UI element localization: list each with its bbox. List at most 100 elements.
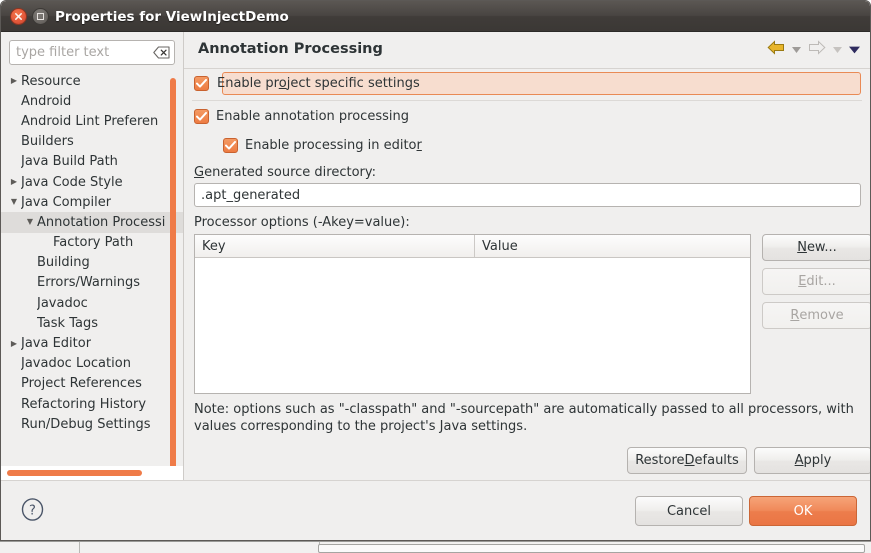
chevron-right-icon[interactable]: ▶: [7, 339, 21, 348]
filter-field-wrapper: [9, 40, 175, 65]
processor-options-table[interactable]: Key Value: [194, 234, 751, 394]
sidebar-item-android-lint-preferen[interactable]: Android Lint Preferen: [1, 111, 184, 131]
title-bar: Properties for ViewInjectDemo: [1, 1, 870, 32]
processor-options-label: Processor options (-Akey=value):: [194, 215, 410, 230]
settings-sidebar: ▶ResourceAndroidAndroid Lint PreferenBui…: [1, 32, 184, 480]
back-dropdown-chevron-down-icon[interactable]: [791, 44, 802, 55]
restore-defaults-button[interactable]: Restore Defaults: [627, 447, 747, 474]
chevron-right-icon[interactable]: ▶: [7, 77, 21, 85]
sidebar-item-label: Building: [37, 255, 90, 271]
checkbox-checked-icon[interactable]: [223, 138, 238, 153]
forward-dropdown-chevron-down-icon: [832, 44, 843, 55]
maximize-icon[interactable]: [32, 8, 49, 25]
help-icon[interactable]: ?: [20, 497, 44, 521]
sidebar-item-label: Annotation Processi: [37, 214, 166, 230]
sidebar-item-label: Task Tags: [37, 315, 98, 331]
enable-project-specific-settings-row[interactable]: Enable project specific settings: [194, 72, 861, 95]
forward-arrow-icon: [808, 40, 826, 59]
window-title: Properties for ViewInjectDemo: [55, 8, 289, 25]
background-cell: [80, 542, 320, 553]
close-icon[interactable]: [10, 8, 27, 25]
sidebar-item-task-tags[interactable]: Task Tags: [1, 313, 184, 333]
sidebar-item-label: Refactoring History: [21, 396, 147, 412]
chevron-right-icon[interactable]: ▶: [7, 178, 21, 186]
sidebar-item-label: Builders: [21, 134, 74, 150]
sidebar-item-java-editor[interactable]: ▶ Java Editor: [1, 333, 184, 353]
sidebar-item-label: Java Build Path: [21, 154, 118, 170]
checkbox-checked-icon[interactable]: [194, 76, 209, 91]
sidebar-horizontal-scrollbar-thumb[interactable]: [7, 470, 142, 476]
chevron-down-icon[interactable]: ▼: [23, 218, 37, 226]
sidebar-item-label: Android: [21, 93, 72, 109]
enable-annotation-processing-row[interactable]: Enable annotation processing: [194, 109, 409, 124]
enable-processing-in-editor-row[interactable]: Enable processing in editor: [223, 138, 422, 153]
processor-options-table-body[interactable]: [195, 258, 750, 393]
sidebar-vertical-scrollbar[interactable]: [170, 78, 176, 478]
enable-processing-in-editor-label: Enable processing in editor: [245, 138, 422, 153]
close-glyph: [11, 9, 26, 24]
settings-tree-list: ▶ Resource Android Android Lint Preferen Bui…: [1, 71, 184, 434]
cancel-button[interactable]: Cancel: [635, 496, 743, 526]
settings-tree[interactable]: ▶ Resource Android Android Lint Preferen Bui…: [1, 71, 184, 466]
page-menu-chevron-down-icon[interactable]: [849, 44, 860, 55]
ok-button[interactable]: OK: [749, 496, 857, 526]
page-title: Annotation Processing: [198, 41, 383, 57]
sidebar-item-label: Java Compiler: [21, 194, 112, 210]
filter-input[interactable]: [9, 40, 175, 65]
column-header-value[interactable]: Value: [475, 235, 750, 257]
sidebar-item-label: Run/Debug Settings: [21, 416, 151, 432]
new-button[interactable]: New...: [762, 234, 870, 261]
svg-text:?: ?: [29, 503, 36, 518]
sidebar-item-annotation-processi[interactable]: ▼ Annotation Processi: [1, 212, 184, 233]
sidebar-item-project-references[interactable]: Project References: [1, 374, 184, 394]
clear-filter-icon[interactable]: [153, 45, 170, 59]
section-divider: [192, 100, 862, 101]
enable-project-specific-settings-label: Enable project specific settings: [217, 76, 420, 91]
page-header: Annotation Processing: [184, 32, 870, 68]
background-cell: [0, 542, 80, 553]
remove-button[interactable]: Remove: [762, 302, 870, 329]
sidebar-item-java-compiler[interactable]: ▼ Java Compiler: [1, 192, 184, 212]
background-window-strip: [0, 541, 871, 553]
settings-content-pane: Annotation Processing Enable project spe…: [184, 32, 870, 480]
sidebar-item-label: Java Editor: [21, 336, 92, 352]
sidebar-item-label: Factory Path: [53, 235, 134, 251]
dialog-footer: ? Cancel OK: [1, 480, 870, 540]
dialog-body: ▶ResourceAndroidAndroid Lint PreferenBui…: [1, 32, 870, 480]
apply-button[interactable]: Apply: [754, 447, 870, 474]
sidebar-item-builders[interactable]: Builders: [1, 132, 184, 152]
sidebar-item-label: Resource: [21, 73, 81, 89]
sidebar-item-refactoring-history[interactable]: Refactoring History: [1, 394, 184, 414]
sidebar-item-errors-warnings[interactable]: Errors/Warnings: [1, 273, 184, 293]
sidebar-item-building[interactable]: Building: [1, 253, 184, 273]
sidebar-item-javadoc[interactable]: Javadoc: [1, 293, 184, 313]
sidebar-item-resource[interactable]: ▶ Resource: [1, 71, 184, 91]
page-content: Enable project specific settings Enable …: [184, 69, 870, 480]
processor-options-table-header: Key Value: [195, 235, 750, 258]
processor-note-text: Note: options such as "-classpath" and "…: [194, 402, 854, 434]
generated-source-directory-label: Generated source directory:: [194, 165, 376, 180]
checkbox-checked-icon[interactable]: [194, 109, 209, 124]
back-arrow-icon[interactable]: [767, 40, 785, 59]
chevron-down-icon[interactable]: ▼: [7, 198, 21, 206]
sidebar-item-label: Errors/Warnings: [37, 275, 141, 291]
properties-dialog: Properties for ViewInjectDemo ▶ResourceA…: [0, 0, 871, 541]
sidebar-item-label: Javadoc Location: [21, 356, 131, 372]
enable-annotation-processing-label: Enable annotation processing: [216, 109, 409, 124]
sidebar-horizontal-scrollbar-track[interactable]: [1, 466, 184, 480]
column-header-key[interactable]: Key: [195, 235, 475, 257]
sidebar-item-label: Android Lint Preferen: [21, 113, 159, 129]
generated-source-directory-input[interactable]: [194, 183, 861, 207]
sidebar-item-java-build-path[interactable]: Java Build Path: [1, 152, 184, 172]
sidebar-item-javadoc-location[interactable]: Javadoc Location: [1, 354, 184, 374]
sidebar-item-factory-path[interactable]: Factory Path: [1, 233, 184, 253]
sidebar-item-android[interactable]: Android: [1, 91, 184, 111]
sidebar-item-run-debug-settings[interactable]: Run/Debug Settings: [1, 414, 184, 434]
sidebar-item-label: Java Code Style: [21, 174, 123, 190]
navigation-arrows: [767, 40, 860, 59]
sidebar-item-java-code-style[interactable]: ▶ Java Code Style: [1, 172, 184, 192]
sidebar-item-label: Project References: [21, 376, 142, 392]
edit-button[interactable]: Edit...: [762, 268, 870, 295]
background-window-field: [318, 544, 865, 553]
maximize-glyph: [33, 9, 48, 24]
